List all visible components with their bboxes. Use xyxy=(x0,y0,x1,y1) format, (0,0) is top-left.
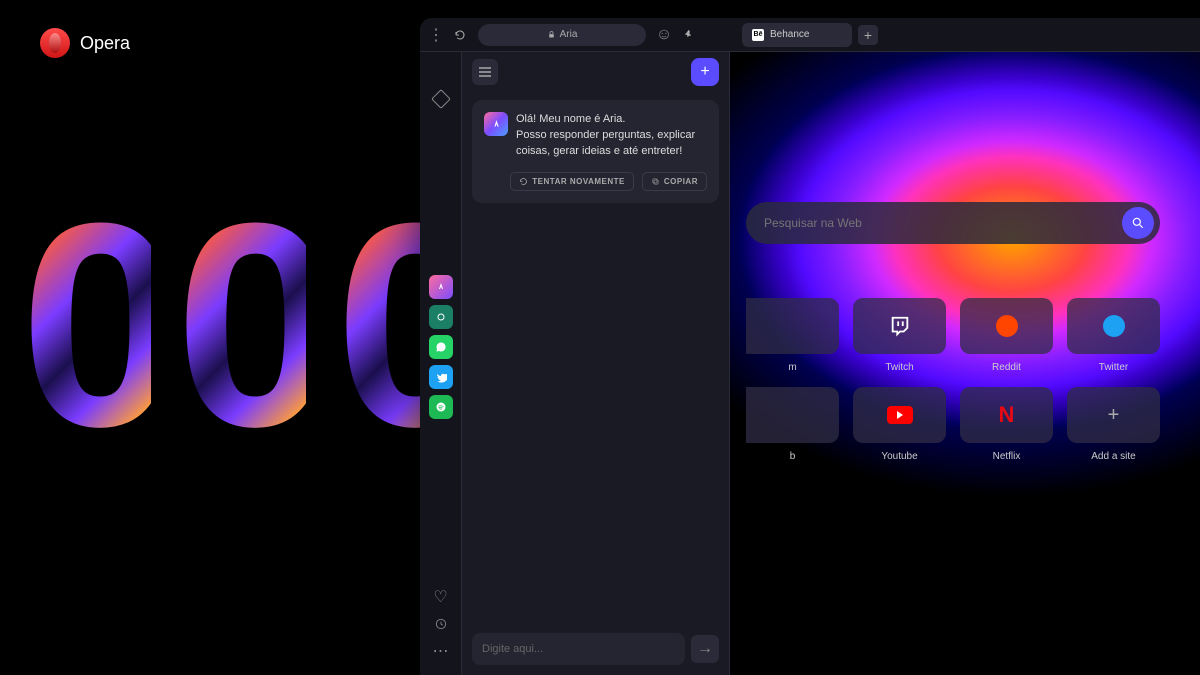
sidebar-chatgpt-button[interactable] xyxy=(429,305,453,329)
bg-decor: 0 xyxy=(175,180,306,470)
pin-button[interactable] xyxy=(678,25,698,45)
whatsapp-icon xyxy=(435,341,447,353)
browser-window: ⋮ Aria ☺ Bē Behance + xyxy=(420,18,1200,675)
twitter-icon xyxy=(435,371,447,383)
speed-tile xyxy=(746,298,839,354)
new-chat-button[interactable]: + xyxy=(691,58,719,86)
speed-label: Twitch xyxy=(885,362,913,373)
aria-placeholder: Digite aqui... xyxy=(482,643,543,655)
speed-item-partial-2[interactable]: b xyxy=(746,387,839,462)
aria-icon xyxy=(490,118,503,131)
heart-button[interactable]: ♡ xyxy=(433,587,447,607)
search-button[interactable] xyxy=(1122,207,1154,239)
copy-icon xyxy=(651,177,660,186)
aria-avatar xyxy=(484,112,508,136)
tab-label: Behance xyxy=(770,29,809,40)
speed-dial-grid: m Twitch Reddit Twitter xyxy=(746,298,1160,462)
aria-menu-button[interactable] xyxy=(472,59,498,85)
clock-icon xyxy=(434,617,448,631)
sidebar-whatsapp-button[interactable] xyxy=(429,335,453,359)
retry-label: TENTAR NOVAMENTE xyxy=(532,177,625,186)
workspace-icon[interactable] xyxy=(431,89,451,109)
aria-message-text: Olá! Meu nome é Aria. Posso responder pe… xyxy=(516,112,707,160)
aria-greeting-2: Posso responder perguntas, explicar cois… xyxy=(516,129,695,157)
aria-message-card: Olá! Meu nome é Aria. Posso responder pe… xyxy=(472,100,719,203)
aria-text-input[interactable]: Digite aqui... xyxy=(472,633,685,665)
speed-item-twitch[interactable]: Twitch xyxy=(853,298,946,373)
twitch-icon xyxy=(889,315,911,337)
copy-button[interactable]: COPIAR xyxy=(642,172,707,191)
speed-item-twitter[interactable]: Twitter xyxy=(1067,298,1160,373)
speed-tile xyxy=(1067,298,1160,354)
aria-panel-header: + xyxy=(462,52,729,92)
retry-button[interactable]: TENTAR NOVAMENTE xyxy=(510,172,634,191)
netflix-icon: N xyxy=(999,402,1015,428)
opera-brand-text: Opera xyxy=(80,33,130,54)
aria-panel: + Olá! Meu nome é Aria. Posso responder … xyxy=(462,18,730,675)
speed-label: b xyxy=(790,451,796,462)
speed-tile: + xyxy=(1067,387,1160,443)
twitter-tile-icon xyxy=(1103,315,1125,337)
youtube-icon xyxy=(887,406,913,424)
topbar: ⋮ Aria ☺ Bē Behance + xyxy=(420,18,1200,52)
reddit-icon xyxy=(996,315,1018,337)
aria-icon xyxy=(435,281,447,293)
pin-icon xyxy=(683,29,694,40)
speed-tile xyxy=(853,298,946,354)
search-icon xyxy=(1131,216,1145,230)
hamburger-icon xyxy=(478,67,492,77)
tab-behance[interactable]: Bē Behance xyxy=(742,23,852,47)
speed-item-reddit[interactable]: Reddit xyxy=(960,298,1053,373)
bg-decor: 0 xyxy=(20,180,151,470)
copy-label: COPIAR xyxy=(664,177,698,186)
chatgpt-icon xyxy=(435,311,447,323)
spotify-icon xyxy=(435,401,447,413)
opera-logo: Opera xyxy=(40,28,130,58)
speed-tile xyxy=(960,298,1053,354)
speed-label: Twitter xyxy=(1099,362,1128,373)
content-area: m Twitch Reddit Twitter xyxy=(730,18,1200,675)
aria-send-button[interactable]: → xyxy=(691,635,719,663)
speed-tile: N xyxy=(960,387,1053,443)
speed-item-netflix[interactable]: N Netflix xyxy=(960,387,1053,462)
main-area: + Olá! Meu nome é Aria. Posso responder … xyxy=(462,18,1200,675)
aria-greeting-1: Olá! Meu nome é Aria. xyxy=(516,113,625,125)
speed-label: Netflix xyxy=(993,451,1021,462)
reload-icon xyxy=(454,29,466,41)
speed-item-partial-1[interactable]: m xyxy=(746,298,839,373)
sidebar-twitter-button[interactable] xyxy=(429,365,453,389)
speed-label: Reddit xyxy=(992,362,1021,373)
speed-tile xyxy=(746,387,839,443)
retry-icon xyxy=(519,177,528,186)
tab-add-button[interactable]: + xyxy=(858,25,878,45)
lock-icon xyxy=(547,30,556,39)
sidebar-apps xyxy=(429,275,453,419)
tab-strip: Bē Behance + xyxy=(742,23,1194,47)
emoji-button[interactable]: ☺ xyxy=(654,25,674,45)
sidebar-aria-button[interactable] xyxy=(429,275,453,299)
speed-tile xyxy=(853,387,946,443)
history-button[interactable] xyxy=(434,617,448,631)
sidebar-more-button[interactable]: ⋯ xyxy=(433,641,449,661)
speed-item-youtube[interactable]: Youtube xyxy=(853,387,946,462)
address-bar[interactable]: Aria xyxy=(478,24,646,46)
opera-icon xyxy=(40,28,70,58)
behance-icon: Bē xyxy=(752,29,764,41)
speed-label: Add a site xyxy=(1091,451,1135,462)
vertical-sidebar: ♡ ⋯ xyxy=(420,18,462,675)
speed-label: m xyxy=(788,362,796,373)
sidebar-spotify-button[interactable] xyxy=(429,395,453,419)
address-text: Aria xyxy=(560,29,578,40)
search-bar[interactable] xyxy=(746,202,1160,244)
reload-button[interactable] xyxy=(450,25,470,45)
plus-icon: + xyxy=(1108,404,1120,427)
speed-item-add[interactable]: + Add a site xyxy=(1067,387,1160,462)
sidebar-bottom: ♡ ⋯ xyxy=(433,587,449,661)
more-button[interactable]: ⋮ xyxy=(426,25,446,45)
aria-input-row: Digite aqui... → xyxy=(462,623,729,675)
speed-label: Youtube xyxy=(881,451,917,462)
search-input[interactable] xyxy=(764,216,1122,230)
